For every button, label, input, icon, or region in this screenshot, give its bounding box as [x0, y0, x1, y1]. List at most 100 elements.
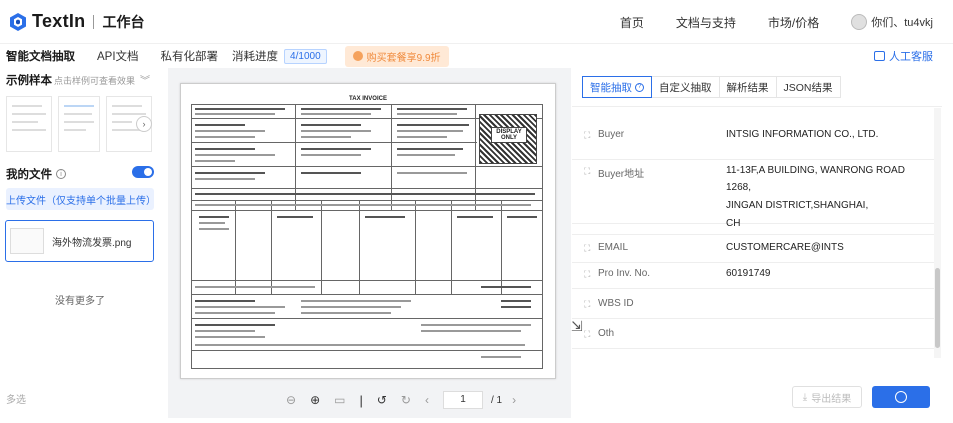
tab-private-deploy[interactable]: 私有化部署 [161, 48, 219, 64]
field-value: INTSIG INFORMATION CO., LTD. [726, 129, 879, 140]
field-row-buyer-address-cont: JINGAN DISTRICT,SHANGHAI, CH [572, 187, 934, 235]
field-key: Pro Inv. No. [598, 268, 651, 279]
tab-json-result[interactable]: JSON结果 [775, 76, 841, 98]
fit-page-icon[interactable]: ▭ [334, 393, 345, 407]
stop-icon [895, 391, 907, 403]
sub-bar: 智能文档抽取 API文档 私有化部署 消耗进度 4/1000 购买套餐享9.9折… [0, 44, 953, 68]
page-number-input[interactable]: 1 [442, 391, 483, 409]
field-row-oth[interactable]: ⛶ Oth [572, 319, 934, 349]
samples-header: 示例样本 点击样例可查看效果 [0, 68, 160, 92]
left-panel: 示例样本 点击样例可查看效果 ︾ › 我的文件 i 上传文件（仅支持单个批量上传… [0, 68, 160, 423]
field-value-line2: JINGAN DISTRICT,SHANGHAI, [726, 200, 869, 211]
sample-thumbnail[interactable] [58, 96, 100, 152]
buy-package-label: 购买套餐享9.9折 [366, 52, 441, 64]
usage-count-badge: 4/1000 [284, 48, 327, 64]
mouse-cursor-icon: ⇲ [571, 318, 583, 334]
tab-label: 智能抽取 [590, 81, 632, 94]
coin-icon [352, 51, 363, 61]
field-icon: ⛶ [584, 243, 591, 253]
help-icon[interactable]: ? [635, 82, 644, 92]
zoom-out-icon[interactable]: ⊖ [286, 393, 296, 407]
field-row-wbs-id[interactable]: ⛶ WBS ID [572, 289, 934, 319]
info-icon[interactable]: i [56, 169, 66, 179]
my-files-toggle[interactable] [132, 166, 154, 178]
field-key: Oth [598, 328, 615, 339]
field-icon: ⛶ [584, 329, 591, 339]
logo-divider [93, 14, 95, 29]
rotate-right-icon[interactable]: ↻ [401, 393, 411, 407]
export-results-button[interactable]: ⤓ 导出结果 [792, 386, 862, 408]
scrollbar-thumb[interactable] [935, 268, 940, 348]
file-item[interactable]: 海外物流发票.png [5, 220, 154, 262]
zoom-in-icon[interactable]: ⊕ [310, 393, 320, 407]
field-value: 60191749 [726, 268, 771, 279]
field-key: Buyer [598, 129, 625, 140]
tab-smart-extract[interactable]: 智能抽取 ? [582, 76, 652, 98]
chat-icon [874, 51, 885, 61]
document-title: TAX INVOICE [349, 96, 387, 102]
export-label: 导出结果 [811, 393, 852, 405]
field-row-email[interactable]: ⛶ EMAIL CUSTOMERCARE@INTS [572, 235, 934, 263]
buy-package-button[interactable]: 购买套餐享9.9折 [344, 45, 449, 67]
field-key: EMAIL [598, 242, 629, 253]
upload-file-button[interactable]: 上传文件（仅支持单个批量上传） [6, 188, 156, 210]
field-icon: ⛶ [584, 299, 591, 309]
tab-label: 解析结果 [726, 81, 769, 94]
samples-title: 示例样本 [6, 75, 52, 87]
stop-button[interactable] [872, 386, 930, 408]
upload-label: 上传文件（仅支持单个批量上传） [6, 195, 156, 207]
result-tabs: 智能抽取 ? 自定义抽取 解析结果 JSON结果 [582, 76, 841, 98]
viewer-toolbar: ⊖ ⊕ ▭ | ↺ ↻ ‹ 1 / 1 › [168, 386, 571, 414]
field-icon: ⛶ [584, 166, 591, 176]
collapse-chevron-icon[interactable]: ︾ [140, 72, 150, 87]
tab-parse-result[interactable]: 解析结果 [718, 76, 777, 98]
document-page: TAX INVOICE DISPLAY ONLY [180, 83, 556, 379]
sample-thumbnails: › [0, 96, 160, 154]
nav-home[interactable]: 首页 [620, 14, 644, 31]
field-row-pro-inv-no[interactable]: ⛶ Pro Inv. No. 60191749 [572, 263, 934, 289]
toolbar-divider: | [359, 392, 363, 408]
field-key: WBS ID [598, 298, 634, 309]
my-files-title: 我的文件 [6, 169, 52, 181]
page-total: / 1 [490, 394, 503, 406]
samples-hint: 点击样例可查看效果 [54, 76, 136, 86]
workbench-title: 工作台 [102, 13, 145, 30]
display-only-stamp: DISPLAY ONLY [491, 127, 527, 143]
field-value: CUSTOMERCARE@INTS [726, 242, 844, 253]
document-viewer: TAX INVOICE DISPLAY ONLY ⊖ ⊕ ▭ | ↺ ↻ ‹ 1… [168, 68, 571, 418]
customer-service-button[interactable]: 人工客服 [874, 48, 933, 64]
field-key: Buyer地址 [598, 169, 645, 180]
textin-logo-icon [10, 12, 26, 31]
tab-smart-extraction[interactable]: 智能文档抽取 [6, 48, 75, 64]
sample-thumbnail[interactable] [6, 96, 52, 152]
field-icon: ⛶ [584, 269, 591, 279]
no-more-text: 没有更多了 [55, 296, 105, 307]
field-row-buyer[interactable]: ⛶ Buyer INTSIG INFORMATION CO., LTD. [572, 108, 934, 160]
nav-market-pricing[interactable]: 市场/价格 [768, 14, 819, 31]
next-arrow-icon[interactable]: › [136, 116, 152, 132]
top-nav: 首页 文档与支持 市场/价格 你们、tu4vkj [620, 0, 953, 44]
tab-api-docs[interactable]: API文档 [97, 48, 139, 64]
my-files-header: 我的文件 i [6, 166, 154, 182]
usage-label: 消耗进度 [232, 51, 279, 63]
next-page-icon[interactable]: › [512, 393, 516, 407]
prev-page-icon[interactable]: ‹ [425, 393, 429, 407]
tab-label: JSON结果 [783, 81, 833, 94]
download-icon: ⤓ [802, 391, 808, 403]
rotate-left-icon[interactable]: ↺ [377, 393, 387, 407]
user-menu[interactable]: 你们、tu4vkj [851, 14, 933, 30]
logo[interactable]: TextIn 工作台 [10, 11, 144, 32]
field-value-line3: CH [726, 218, 741, 229]
field-icon: ⛶ [584, 130, 591, 140]
nav-docs-support[interactable]: 文档与支持 [676, 14, 736, 31]
tab-custom-extract[interactable]: 自定义抽取 [651, 76, 720, 98]
results-scrollbar[interactable] [934, 108, 941, 358]
customer-service-label: 人工客服 [889, 51, 933, 63]
tabs-divider [572, 106, 942, 107]
user-name: 你们、tu4vkj [871, 17, 933, 29]
file-name: 海外物流发票.png [52, 237, 132, 249]
multi-select-toggle[interactable]: 多选 [6, 391, 26, 406]
logo-text: TextIn [32, 11, 86, 31]
app-root: TextIn 工作台 首页 文档与支持 市场/价格 你们、tu4vkj 智能文档… [0, 0, 953, 423]
file-thumbnail [10, 228, 44, 254]
